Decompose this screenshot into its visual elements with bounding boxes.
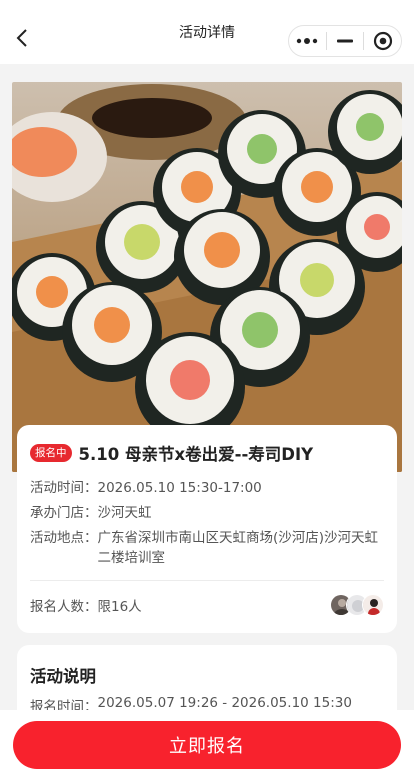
close-button[interactable] [364,26,401,56]
event-store-label: 承办门店： [30,505,98,521]
signup-count-label: 报名人数： [30,599,98,615]
event-store-value: 沙河天虹 [97,505,152,521]
chevron-left-icon [16,29,27,47]
more-dots-icon [297,38,318,44]
event-location-row: 活动地点： 广东省深圳市南山区天虹商场(沙河店)沙河天虹二楼培训室 [30,528,384,568]
mini-program-capsule [288,25,402,57]
event-cover-image [12,82,402,472]
target-close-icon [373,31,392,51]
more-button[interactable] [289,26,326,56]
event-details: 活动时间： 2026.05.10 15:30-17:00 承办门店： 沙河天虹 … [30,478,384,568]
signup-now-button[interactable]: 立即报名 [13,721,401,769]
event-title: 5.10 母亲节x卷出爱--寿司DIY [78,445,314,464]
bottom-action-bar: 立即报名 [0,710,414,780]
signup-count-text: 报名人数：限16人 [30,595,142,615]
event-time-row: 活动时间： 2026.05.10 15:30-17:00 [30,478,384,498]
signup-count-row[interactable]: 报名人数：限16人 [30,581,384,629]
status-badge: 报名中 [30,444,72,462]
minimize-icon [337,39,353,43]
event-info-card: 报名中 5.10 母亲节x卷出爱--寿司DIY 活动时间： 2026.05.10… [17,425,397,633]
nav-bar: 活动详情 [0,0,414,64]
event-location-label: 活动地点： [30,530,98,546]
description-title: 活动说明 [30,667,96,686]
event-title-row: 报名中 5.10 母亲节x卷出爱--寿司DIY [30,441,384,465]
avatar [362,594,384,616]
event-time-label: 活动时间： [30,480,98,496]
event-store-row: 承办门店： 沙河天虹 [30,503,384,523]
participant-avatars[interactable] [330,594,384,616]
minimize-button[interactable] [327,26,364,56]
event-location-value: 广东省深圳市南山区天虹商场(沙河店)沙河天虹二楼培训室 [97,530,379,566]
signup-count-value: 限16人 [97,599,142,615]
page-title: 活动详情 [179,25,235,41]
event-time-value: 2026.05.10 15:30-17:00 [97,480,262,496]
back-button[interactable] [10,26,34,50]
page: 活动详情 报名中 5.10 母亲节x卷出爱--寿司DIY 活动时间： 2026.… [0,0,414,780]
